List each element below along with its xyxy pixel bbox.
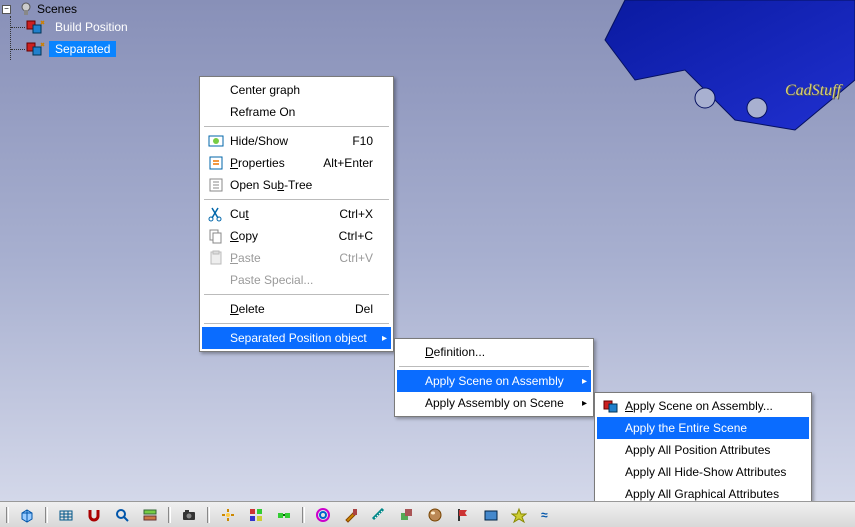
menu-paste-special: Paste Special...: [202, 269, 391, 291]
menu-cut[interactable]: CutCtrl+X: [202, 203, 391, 225]
scenes-icon: [19, 2, 33, 16]
properties-icon: [206, 155, 226, 171]
tree-item-label: Build Position: [49, 19, 134, 35]
menu-open-subtree[interactable]: Open Sub-Tree: [202, 174, 391, 196]
toolbar-section-icon[interactable]: [397, 505, 417, 525]
toolbar-grip[interactable]: [302, 507, 305, 523]
toolbar-camera-icon[interactable]: [179, 505, 199, 525]
menu-separator: [204, 199, 389, 200]
menu-definition[interactable]: Definition...: [397, 341, 591, 363]
toolbar-flag-icon[interactable]: [453, 505, 473, 525]
watermark: CadStuff: [785, 82, 841, 100]
menu-apply-position[interactable]: Apply All Position Attributes: [597, 439, 809, 461]
menu-object-submenu[interactable]: Separated Position object: [202, 327, 391, 349]
bottom-toolbar: ≈: [0, 501, 855, 527]
tree-item-build-position[interactable]: Build Position: [11, 16, 134, 38]
toolbar-search-icon[interactable]: [112, 505, 132, 525]
menu-hide-show[interactable]: Hide/ShowF10: [202, 130, 391, 152]
toolbar-group-icon[interactable]: [246, 505, 266, 525]
tree-item-label: Separated: [49, 41, 116, 57]
hide-show-icon: [206, 133, 226, 149]
toolbar-shaded-icon[interactable]: [481, 505, 501, 525]
subtree-icon: [206, 177, 226, 193]
toolbar-star-icon[interactable]: [509, 505, 529, 525]
menu-copy[interactable]: CopyCtrl+C: [202, 225, 391, 247]
toolbar-settings-icon[interactable]: [140, 505, 160, 525]
toolbar-linked-icon[interactable]: [274, 505, 294, 525]
menu-properties[interactable]: PropertiesAlt+Enter: [202, 152, 391, 174]
specification-tree[interactable]: − Scenes Build Position Separated: [2, 2, 134, 60]
menu-paste: PasteCtrl+V: [202, 247, 391, 269]
toolbar-grid-icon[interactable]: [56, 505, 76, 525]
toolbar-grip[interactable]: [6, 507, 9, 523]
context-menu: Center graph Reframe On Hide/ShowF10 Pro…: [199, 76, 394, 352]
toolbar-magnet-icon[interactable]: [84, 505, 104, 525]
tree-root-label: Scenes: [37, 2, 77, 16]
paste-icon: [206, 250, 226, 266]
toolbar-grip[interactable]: [168, 507, 171, 523]
cut-icon: [206, 206, 226, 222]
menu-center-graph[interactable]: Center graph: [202, 79, 391, 101]
toolbar-spiral-icon[interactable]: [313, 505, 333, 525]
menu-separator: [204, 294, 389, 295]
menu-apply-entire-scene[interactable]: Apply the Entire Scene: [597, 417, 809, 439]
menu-apply-scene-assembly-cmd[interactable]: Apply Scene on Assembly...: [597, 395, 809, 417]
apply-scene-icon: [601, 398, 621, 414]
tree-root-scenes[interactable]: − Scenes: [2, 2, 134, 16]
toolbar-paint-icon[interactable]: [341, 505, 361, 525]
toolbar-explode-icon[interactable]: [218, 505, 238, 525]
menu-separator: [204, 126, 389, 127]
menu-apply-hideshow[interactable]: Apply All Hide-Show Attributes: [597, 461, 809, 483]
svg-text:≈: ≈: [541, 508, 548, 522]
copy-icon: [206, 228, 226, 244]
object-submenu: Definition... Apply Scene on Assembly Ap…: [394, 338, 594, 417]
toolbar-cube-icon[interactable]: [17, 505, 37, 525]
tree-item-separated[interactable]: Separated: [11, 38, 134, 60]
collapse-icon[interactable]: −: [2, 5, 11, 14]
toolbar-material-icon[interactable]: [425, 505, 445, 525]
toolbar-measure-icon[interactable]: [369, 505, 389, 525]
scene-icon: [25, 41, 45, 57]
menu-reframe-on[interactable]: Reframe On: [202, 101, 391, 123]
scene-icon: [25, 19, 45, 35]
toolbar-approx-icon[interactable]: ≈: [537, 505, 557, 525]
menu-apply-assembly-on-scene[interactable]: Apply Assembly on Scene: [397, 392, 591, 414]
toolbar-grip[interactable]: [207, 507, 210, 523]
menu-separator: [204, 323, 389, 324]
toolbar-grip[interactable]: [45, 507, 48, 523]
menu-separator: [399, 366, 589, 367]
menu-apply-scene-on-assembly[interactable]: Apply Scene on Assembly: [397, 370, 591, 392]
menu-delete[interactable]: DeleteDel: [202, 298, 391, 320]
